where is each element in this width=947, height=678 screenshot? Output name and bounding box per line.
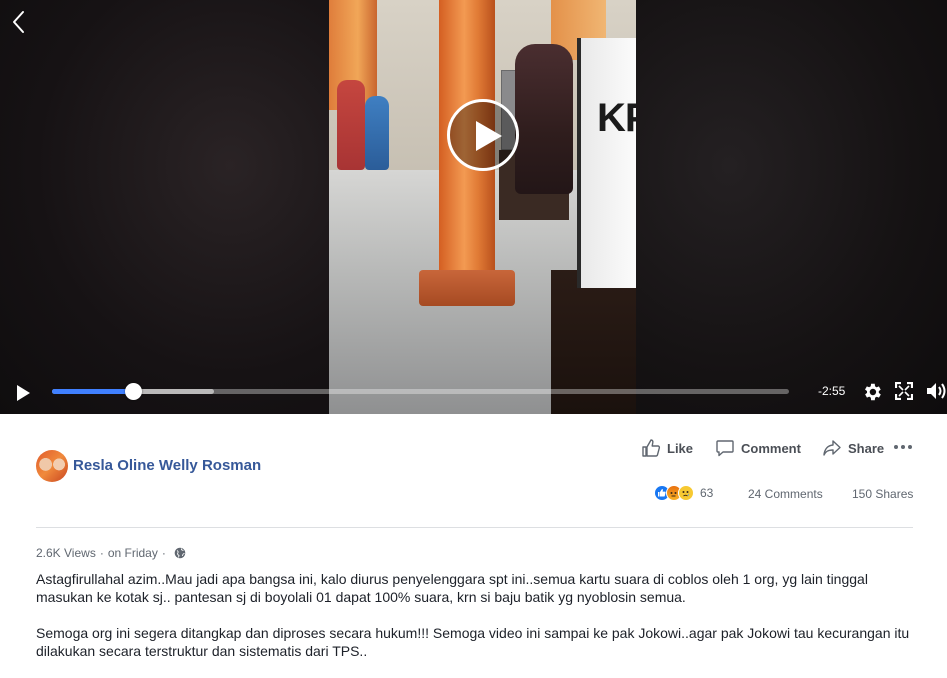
video-controls: -2:55	[0, 374, 947, 414]
video-player[interactable]: KP -2:55	[0, 0, 947, 414]
time-remaining: -2:55	[818, 384, 846, 398]
comment-label: Comment	[741, 440, 801, 456]
play-icon[interactable]	[12, 382, 34, 404]
chevron-left-icon[interactable]	[8, 8, 30, 36]
progress-bar[interactable]	[52, 383, 789, 400]
scene-man	[515, 44, 573, 194]
reactions-summary[interactable]: 63	[654, 485, 713, 501]
post-paragraph: Semoga org ini segera ditangkap dan dipr…	[36, 625, 910, 659]
comment-icon	[716, 440, 734, 457]
fullscreen-icon[interactable]	[894, 381, 914, 401]
video-blur-left	[0, 0, 329, 414]
separator: ·	[161, 546, 166, 560]
share-label: Share	[848, 440, 885, 456]
view-count: 2.6K Views	[36, 546, 96, 560]
shares-count[interactable]: 150 Shares	[852, 487, 913, 501]
scene-pillar-base	[419, 270, 515, 306]
like-label: Like	[667, 440, 694, 456]
reaction-count: 63	[700, 486, 714, 500]
share-icon	[823, 440, 841, 456]
globe-icon	[174, 547, 186, 559]
scene-ballot-box	[577, 38, 636, 288]
thumbs-up-icon	[642, 439, 661, 457]
play-icon[interactable]	[447, 99, 519, 171]
scene-person	[365, 96, 389, 170]
like-button[interactable]: Like	[641, 436, 693, 460]
share-button[interactable]: Share	[822, 436, 884, 460]
comment-button[interactable]: Comment	[715, 436, 801, 460]
more-icon[interactable]	[894, 445, 912, 451]
divider	[36, 527, 913, 528]
post-actions: Like Comment Share	[0, 436, 947, 460]
video-frame[interactable]: KP	[329, 0, 636, 414]
video-blur-right	[636, 0, 947, 414]
post-paragraph: Astagfirullahal azim..Mau jadi apa bangs…	[36, 571, 868, 605]
ballot-box-label: KP	[597, 96, 636, 140]
volume-icon[interactable]	[925, 380, 947, 402]
post-meta: 2.6K Views · on Friday ·	[36, 546, 186, 560]
sad-reaction-icon	[678, 485, 694, 501]
separator: ·	[99, 546, 104, 560]
scene-person	[337, 80, 365, 170]
post-body: Astagfirullahal azim..Mau jadi apa bangs…	[36, 570, 916, 678]
progress-played	[52, 389, 134, 394]
progress-handle[interactable]	[125, 383, 143, 400]
gear-icon[interactable]	[861, 381, 883, 403]
post-timestamp[interactable]: on Friday	[108, 546, 158, 560]
comments-count[interactable]: 24 Comments	[748, 487, 823, 501]
